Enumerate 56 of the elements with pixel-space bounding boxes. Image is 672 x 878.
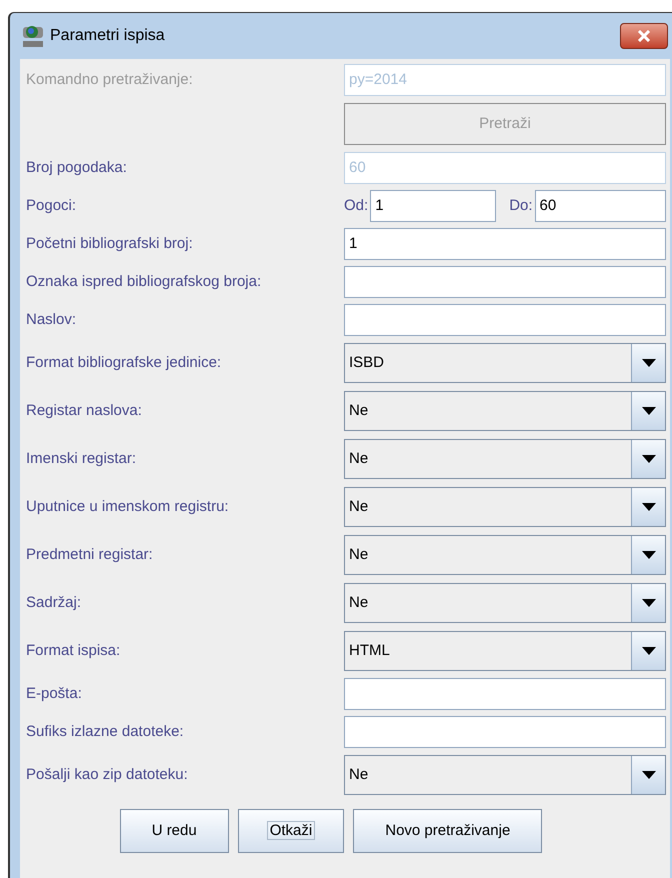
dropdown[interactable]: ISBD	[344, 343, 666, 383]
from-field[interactable]: 1	[370, 190, 496, 222]
dropdown-value: Ne	[348, 764, 370, 785]
close-button[interactable]	[620, 23, 668, 49]
field-label: Format ispisa:	[26, 642, 120, 659]
caret-icon	[642, 503, 656, 511]
field-label: Registar naslova:	[26, 402, 142, 419]
caret-icon	[642, 647, 656, 655]
field-label: Sadržaj:	[26, 594, 82, 611]
field-label: Broj pogodaka:	[26, 159, 127, 176]
caret-icon	[642, 359, 656, 367]
dialog-button[interactable]: Novo pretraživanje	[353, 809, 542, 853]
dropdown-value: Ne	[348, 592, 370, 613]
field-label: Naslov:	[26, 311, 76, 328]
dropdown-value: HTML	[348, 640, 391, 661]
to-field[interactable]: 60	[534, 190, 666, 222]
field-label: Oznaka ispred bibliografskog broja:	[26, 273, 262, 290]
dropdown[interactable]: Ne	[344, 487, 666, 527]
input-field[interactable]	[344, 304, 666, 336]
dropdown[interactable]: Ne	[344, 755, 666, 795]
dropdown-value: Ne	[348, 496, 370, 517]
dropdown[interactable]: HTML	[344, 631, 666, 671]
caret-icon	[642, 455, 656, 463]
field-label: E-pošta:	[26, 685, 82, 702]
globe-logo-icon	[22, 24, 44, 48]
field-label: Početni bibliografski broj:	[26, 235, 193, 252]
caret-icon	[642, 551, 656, 559]
input-field[interactable]	[344, 716, 666, 748]
field-label: Sufiks izlazne datoteke:	[26, 723, 184, 740]
field-label: Predmetni registar:	[26, 546, 153, 563]
field-label: Pošalji kao zip datoteku:	[26, 766, 188, 783]
dropdown-value: Ne	[348, 544, 370, 565]
input-field[interactable]: 1	[344, 228, 666, 260]
dropdown-value: Ne	[348, 400, 370, 421]
to-label: Do:	[509, 196, 533, 216]
window-title: Parametri ispisa	[50, 26, 166, 46]
field-label: Komandno pretraživanje:	[26, 71, 193, 88]
dropdown[interactable]: Ne	[344, 439, 666, 479]
caret-icon	[642, 407, 656, 415]
caret-icon	[642, 771, 656, 779]
dialog-button[interactable]: Otkaži	[238, 809, 344, 853]
dropdown-value: Ne	[348, 448, 370, 469]
dropdown-value: ISBD	[348, 352, 386, 373]
input-field[interactable]	[344, 678, 666, 710]
field-label: Format bibliografske jedinice:	[26, 354, 222, 371]
close-icon	[637, 30, 651, 42]
field-label: Imenski registar:	[26, 450, 136, 467]
caret-icon	[642, 599, 656, 607]
dropdown[interactable]: Ne	[344, 391, 666, 431]
dropdown[interactable]: Ne	[344, 583, 666, 623]
field-label: Uputnice u imenskom registru:	[26, 498, 229, 515]
input-field[interactable]	[344, 266, 666, 298]
field-label: Pogoci:	[26, 197, 76, 214]
dropdown[interactable]: Ne	[344, 535, 666, 575]
from-label: Od:	[344, 196, 368, 216]
dialog-button[interactable]: U redu	[120, 809, 229, 853]
